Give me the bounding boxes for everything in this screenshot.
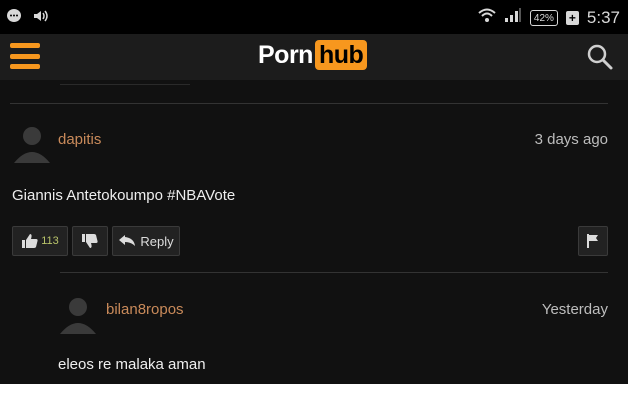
- phone-screen: 42% + 5:37 Porn hub dapitis 3 days ago G…: [0, 0, 628, 384]
- report-button[interactable]: [578, 226, 608, 256]
- comment-timestamp: 3 days ago: [534, 131, 608, 148]
- status-bar: 42% + 5:37: [0, 0, 628, 34]
- comment-username[interactable]: bilan8ropos: [106, 301, 184, 318]
- reply-button[interactable]: Reply: [112, 226, 180, 256]
- wifi-icon: [478, 7, 496, 28]
- avatar[interactable]: [58, 294, 98, 334]
- comment-text: eleos re malaka aman: [58, 356, 206, 373]
- reply-arrow-icon: [119, 235, 136, 246]
- charging-icon: +: [565, 10, 579, 25]
- comment-text: Giannis Antetokoumpo #NBAVote: [12, 187, 236, 204]
- comment-timestamp: Yesterday: [541, 301, 608, 318]
- messenger-icon: [6, 8, 22, 29]
- like-count: 113: [41, 235, 59, 247]
- dislike-button[interactable]: [72, 226, 108, 256]
- comment-username[interactable]: dapitis: [58, 131, 101, 148]
- logo-text-accent: hub: [314, 40, 368, 70]
- app-header: Porn hub: [0, 34, 628, 80]
- like-button[interactable]: 113: [12, 226, 68, 256]
- site-logo[interactable]: Porn hub: [258, 40, 368, 70]
- search-icon[interactable]: [586, 43, 614, 71]
- logo-text-primary: Porn: [258, 40, 313, 69]
- hamburger-menu-icon[interactable]: [10, 43, 40, 69]
- separator: [60, 272, 608, 273]
- thumbs-up-icon: [22, 234, 38, 248]
- flag-icon: [587, 234, 598, 248]
- clock: 5:37: [586, 7, 620, 27]
- previous-comment-edge: [60, 84, 190, 85]
- reply-label: Reply: [140, 233, 174, 249]
- thumbs-down-icon: [82, 234, 98, 248]
- battery-indicator: 42%: [529, 9, 558, 26]
- separator: [10, 103, 608, 104]
- volume-icon: [32, 8, 50, 29]
- signal-icon: [504, 7, 522, 28]
- avatar[interactable]: [12, 123, 52, 163]
